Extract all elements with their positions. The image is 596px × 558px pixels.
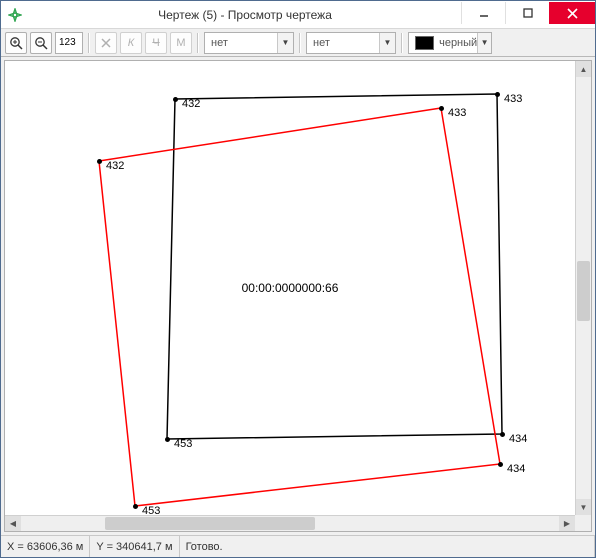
zoom-value-field[interactable]: 123 [55, 32, 83, 54]
vertex-label: 453 [142, 505, 160, 515]
vertex-point[interactable] [97, 159, 102, 164]
vertex-label: 434 [507, 463, 525, 475]
vertex-point[interactable] [165, 437, 170, 442]
combo-value: нет [313, 37, 379, 49]
maximize-button[interactable] [505, 2, 549, 24]
cancel-button[interactable] [95, 32, 117, 54]
scroll-right-button[interactable]: ▶ [559, 516, 575, 531]
vertex-point[interactable] [498, 462, 503, 467]
scrollbar-thumb[interactable] [577, 261, 590, 321]
horizontal-scrollbar[interactable]: ◀ ▶ [5, 515, 575, 531]
drawing-canvas[interactable]: 00:00:0000000:66 432 433 434 453 432 433 434 45… [5, 61, 575, 515]
style-ch-button[interactable]: Ч [145, 32, 167, 54]
close-button[interactable] [549, 2, 595, 24]
toolbar-separator [88, 33, 90, 53]
zoom-in-button[interactable] [5, 32, 27, 54]
color-combo[interactable]: черный ▼ [408, 32, 492, 54]
vertex-label: 453 [174, 438, 192, 450]
status-x: X = 63606,36 м [1, 536, 90, 557]
scroll-up-button[interactable]: ▲ [576, 61, 591, 77]
scrollbar-thumb[interactable] [105, 517, 315, 530]
vertex-point[interactable] [439, 106, 444, 111]
combo-value: нет [211, 37, 277, 49]
vertex-point[interactable] [500, 432, 505, 437]
color-swatch [415, 36, 434, 50]
app-icon [1, 1, 29, 29]
toolbar-separator [299, 33, 301, 53]
toolbar-separator [197, 33, 199, 53]
scroll-down-button[interactable]: ▼ [576, 499, 591, 515]
vertex-point[interactable] [173, 97, 178, 102]
vertex-point[interactable] [133, 504, 138, 509]
style-m-button[interactable]: М [170, 32, 192, 54]
titlebar[interactable]: Чертеж (5) - Просмотр чертежа [1, 1, 595, 29]
canvas-area: 00:00:0000000:66 432 433 434 453 432 433 434 45… [4, 60, 592, 532]
zoom-out-button[interactable] [30, 32, 52, 54]
line-width-combo[interactable]: нет ▼ [306, 32, 396, 54]
parcel-id-label: 00:00:0000000:66 [242, 281, 339, 295]
status-y: Y = 340641,7 м [90, 536, 179, 557]
vertex-label: 434 [509, 433, 527, 445]
scroll-left-button[interactable]: ◀ [5, 516, 21, 531]
vertex-label: 432 [106, 160, 124, 172]
vertical-scrollbar[interactable]: ▲ ▼ [575, 61, 591, 515]
window-controls [461, 1, 595, 28]
window-title: Чертеж (5) - Просмотр чертежа [29, 8, 461, 22]
scrollbar-corner [575, 515, 591, 531]
toolbar-separator [401, 33, 403, 53]
line-style-combo[interactable]: нет ▼ [204, 32, 294, 54]
style-k-button[interactable]: К [120, 32, 142, 54]
chevron-down-icon: ▼ [477, 33, 491, 53]
toolbar: 123 К Ч М нет ▼ нет ▼ черный ▼ [1, 29, 595, 57]
minimize-button[interactable] [461, 2, 505, 24]
chevron-down-icon: ▼ [277, 33, 293, 53]
vertex-label: 432 [182, 98, 200, 110]
status-message: Готово. [180, 536, 595, 557]
vertex-label: 433 [448, 107, 466, 119]
combo-value: черный [439, 37, 477, 49]
vertex-label: 433 [504, 93, 522, 105]
chevron-down-icon: ▼ [379, 33, 395, 53]
statusbar: X = 63606,36 м Y = 340641,7 м Готово. [1, 535, 595, 557]
app-window: Чертеж (5) - Просмотр чертежа 123 К Ч М [0, 0, 596, 558]
vertex-point[interactable] [495, 92, 500, 97]
